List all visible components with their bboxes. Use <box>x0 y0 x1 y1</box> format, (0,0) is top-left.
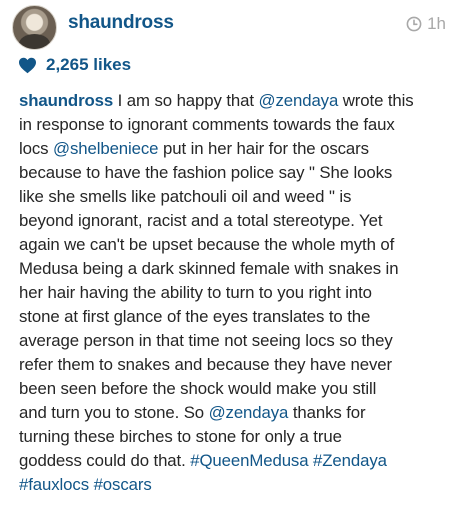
mention-link[interactable]: @shelbeniece <box>53 139 159 158</box>
hashtag-link[interactable]: #QueenMedusa <box>190 451 308 470</box>
caption-text: goddess could do that. <box>19 451 191 470</box>
caption-text: turning these birches to stone for only … <box>19 427 342 446</box>
mention-link[interactable]: @zendaya <box>209 403 289 422</box>
caption-line: turning these birches to stone for only … <box>19 425 449 449</box>
caption-line: shaundross I am so happy that @zendaya w… <box>19 89 449 113</box>
caption-text: put in her hair for the oscars <box>158 139 369 158</box>
heart-icon <box>19 57 36 73</box>
caption-text: because to have the fashion police say "… <box>19 163 393 182</box>
caption-text: in response to ignorant comments towards… <box>19 115 395 134</box>
hashtag-link[interactable]: #Zendaya <box>313 451 387 470</box>
caption-text: wrote this <box>338 91 414 110</box>
caption-text: I am so happy that <box>113 91 259 110</box>
timestamp: 1h <box>406 14 446 34</box>
likes-row[interactable]: 2,265 likes <box>18 53 131 77</box>
likes-count[interactable]: 2,265 likes <box>46 55 131 75</box>
caption-line: stone at first glance of the eyes transl… <box>19 305 449 329</box>
caption-line: because to have the fashion police say "… <box>19 161 449 185</box>
caption-line: locs @shelbeniece put in her hair for th… <box>19 137 449 161</box>
caption-line: like she smells like patchouli oil and w… <box>19 185 449 209</box>
caption-line: #fauxlocs #oscars <box>19 473 449 497</box>
caption-text: refer them to snakes and because they ha… <box>19 355 393 374</box>
caption-line: her hair having the ability to turn to y… <box>19 281 449 305</box>
caption-text: Medusa being a dark skinned female with … <box>19 259 399 278</box>
hashtag-link[interactable]: #oscars <box>94 475 152 494</box>
caption-text: and turn you to stone. So <box>19 403 209 422</box>
mention-link[interactable]: @zendaya <box>259 91 339 110</box>
caption-text: stone at first glance of the eyes transl… <box>19 307 371 326</box>
caption-text: locs <box>19 139 54 158</box>
caption-line: and turn you to stone. So @zendaya thank… <box>19 401 449 425</box>
caption-line: again we can't be upset because the whol… <box>19 233 449 257</box>
caption-line: goddess could do that. #QueenMedusa #Zen… <box>19 449 449 473</box>
caption-text: like she smells like patchouli oil and w… <box>19 187 352 206</box>
caption-text: been seen before the shock would make yo… <box>19 379 377 398</box>
post-header: shaundross 1h <box>0 0 460 54</box>
clock-icon <box>406 16 422 32</box>
hashtag-link[interactable]: #fauxlocs <box>19 475 89 494</box>
caption-username-link[interactable]: shaundross <box>19 91 113 110</box>
caption-text: again we can't be upset because the whol… <box>19 235 395 254</box>
timestamp-label: 1h <box>427 14 446 33</box>
caption-text: thanks for <box>288 403 366 422</box>
post-caption: shaundross I am so happy that @zendaya w… <box>19 89 449 497</box>
caption-text: her hair having the ability to turn to y… <box>19 283 372 302</box>
caption-text: beyond ignorant, racist and a total ster… <box>19 211 383 230</box>
caption-text: average person in that time not seeing l… <box>19 331 393 350</box>
caption-line: average person in that time not seeing l… <box>19 329 449 353</box>
profile-avatar[interactable] <box>12 5 57 50</box>
caption-line: Medusa being a dark skinned female with … <box>19 257 449 281</box>
caption-line: refer them to snakes and because they ha… <box>19 353 449 377</box>
username-link[interactable]: shaundross <box>68 12 174 34</box>
caption-line: been seen before the shock would make yo… <box>19 377 449 401</box>
caption-line: in response to ignorant comments towards… <box>19 113 449 137</box>
caption-line: beyond ignorant, racist and a total ster… <box>19 209 449 233</box>
